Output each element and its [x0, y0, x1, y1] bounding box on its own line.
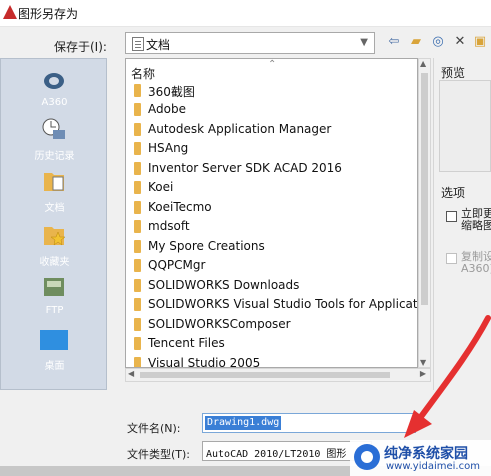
watermark-logo-icon — [354, 444, 380, 470]
list-item[interactable]: Inventor Server SDK ACAD 2016 — [131, 159, 416, 178]
place-label: A360 — [41, 97, 68, 108]
folder-icon — [134, 123, 141, 136]
watermark: 纯净系统家园 www.yidaimei.com — [350, 440, 491, 476]
list-item[interactable]: 360截图 — [131, 81, 416, 100]
folder-icon — [134, 162, 141, 175]
preview-label: 预览 — [441, 66, 466, 80]
folder-icon — [134, 240, 141, 253]
filename-label: 文件名(N): — [127, 422, 181, 435]
a360-icon — [44, 73, 64, 89]
place-ftp[interactable]: FTP — [1, 275, 108, 319]
list-item[interactable]: QQPCMgr — [131, 256, 416, 275]
folder-icon — [134, 279, 141, 292]
places-sidebar: A360 历史记录 文档 收藏夹 FTP 桌面 — [0, 58, 107, 390]
history-icon — [42, 118, 65, 139]
documents-icon — [44, 173, 64, 191]
scroll-left-icon[interactable]: ◀ — [128, 369, 134, 378]
place-label: FTP — [45, 305, 64, 316]
watermark-url: www.yidaimei.com — [386, 461, 480, 472]
list-item[interactable]: SOLIDWORKS Visual Studio Tools for Appli… — [131, 295, 417, 314]
folder-icon — [134, 298, 141, 311]
folder-icon — [134, 337, 141, 350]
document-folder-icon — [132, 37, 144, 51]
filetype-label: 文件类型(T): — [127, 448, 191, 461]
folder-icon — [134, 181, 141, 194]
list-item[interactable]: Koei — [131, 178, 416, 197]
list-item[interactable]: Tencent Files — [131, 334, 416, 353]
update-thumbnail-checkbox[interactable] — [446, 211, 457, 222]
place-documents[interactable]: 文档 — [1, 169, 108, 214]
list-item[interactable]: Autodesk Application Manager — [131, 120, 416, 139]
column-header-name[interactable]: 名称 — [131, 65, 155, 82]
place-desktop[interactable]: 桌面 — [1, 329, 108, 373]
scrollbar-thumb[interactable] — [140, 372, 390, 378]
place-favorites[interactable]: 收藏夹 — [1, 223, 108, 268]
search-web-icon[interactable]: ◎ — [430, 34, 446, 50]
filename-input[interactable]: Drawing1.dwg — [202, 413, 416, 433]
folder-icon — [134, 259, 141, 272]
desktop-icon — [40, 330, 68, 350]
place-label: 文档 — [44, 203, 65, 214]
location-value: 文档 — [146, 38, 171, 52]
list-item[interactable]: Visual Studio 2005 — [131, 354, 416, 367]
list-item[interactable]: KoeiTecmo — [131, 198, 416, 217]
list-item[interactable]: HSAng — [131, 139, 416, 158]
copy-design-checkbox[interactable] — [446, 253, 457, 264]
new-folder-icon[interactable]: ▣ — [472, 34, 488, 50]
place-a360[interactable]: A360 — [1, 69, 108, 109]
copy-design-label: 复制设 A360) — [461, 250, 491, 275]
autocad-logo-icon — [3, 5, 17, 19]
place-history[interactable]: 历史记录 — [1, 117, 108, 162]
location-dropdown[interactable]: 文档 ▼ — [125, 32, 375, 54]
scroll-up-icon[interactable]: ▲ — [420, 59, 426, 68]
watermark-title: 纯净系统家园 — [384, 446, 468, 462]
favorites-icon — [44, 227, 66, 246]
sort-ascending-icon: ⌃ — [268, 59, 277, 70]
list-item[interactable]: My Spore Creations — [131, 237, 416, 256]
scrollbar-thumb[interactable] — [421, 73, 428, 305]
filetype-value: AutoCAD 2010/LT2010 图形 — [206, 449, 347, 460]
chevron-down-icon: ▼ — [360, 37, 368, 48]
filetype-dropdown[interactable]: AutoCAD 2010/LT2010 图形 — [202, 441, 372, 461]
folder-icon — [134, 318, 141, 331]
file-list[interactable]: ⌃ 名称 360截图 Adobe Autodesk Application Ma… — [125, 58, 418, 368]
list-item[interactable]: mdsoft — [131, 217, 416, 236]
list-item[interactable]: Adobe — [131, 100, 416, 119]
folder-icon — [134, 142, 141, 155]
folder-icon — [134, 357, 141, 367]
place-label: 收藏夹 — [39, 257, 70, 268]
folder-icon — [134, 103, 141, 116]
window-title: 图形另存为 — [18, 7, 79, 21]
folder-icon — [134, 220, 141, 233]
list-item[interactable]: SOLIDWORKSComposer — [131, 315, 416, 334]
vertical-scrollbar[interactable]: ▲ ▼ — [418, 58, 431, 368]
folder-icon — [134, 201, 141, 214]
scroll-down-icon[interactable]: ▼ — [420, 358, 426, 367]
options-label: 选项 — [441, 186, 466, 200]
save-in-label: 保存于(I): — [54, 40, 107, 54]
update-thumbnail-label: 立即更 缩略图 — [461, 207, 491, 232]
ftp-icon — [44, 278, 64, 296]
scroll-right-icon[interactable]: ▶ — [420, 369, 426, 378]
place-label: 桌面 — [44, 361, 65, 372]
filename-value: Drawing1.dwg — [205, 416, 282, 430]
title-bar: 图形另存为 — [0, 0, 491, 27]
back-arrow-icon[interactable]: ⇦ — [386, 34, 402, 50]
folder-icon — [134, 84, 141, 97]
up-folder-icon[interactable]: ▰ — [408, 34, 424, 50]
preview-area — [439, 80, 491, 172]
delete-icon[interactable]: ✕ — [452, 34, 468, 50]
horizontal-scrollbar[interactable]: ◀ ▶ — [125, 368, 431, 382]
place-label: 历史记录 — [34, 151, 75, 162]
list-item[interactable]: SOLIDWORKS Downloads — [131, 276, 416, 295]
